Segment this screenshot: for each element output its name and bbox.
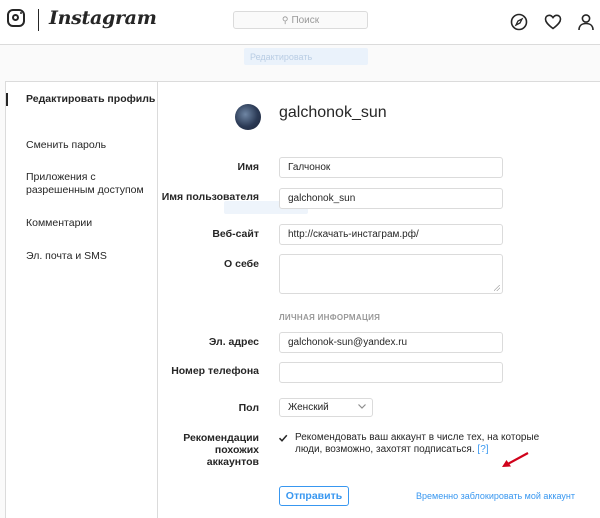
search-placeholder: Поиск: [291, 14, 320, 26]
ghost-toolbar: Редактировать: [244, 48, 368, 65]
bio-textarea[interactable]: [279, 254, 503, 294]
instagram-camera-icon[interactable]: [7, 9, 25, 27]
settings-panel: Редактировать профиль Сменить пароль При…: [5, 81, 600, 518]
ghost-toolbar-label: Редактировать: [250, 51, 313, 62]
annotation-arrow-icon: [502, 452, 529, 467]
avatar[interactable]: [235, 104, 261, 130]
email-field[interactable]: galchonok-sun@yandex.ru: [279, 332, 503, 353]
chevron-down-icon: [358, 404, 366, 409]
profile-username: galchonok_sun: [279, 104, 387, 121]
disable-account-link[interactable]: Временно заблокировать мой аккаунт: [416, 491, 575, 501]
settings-sidebar: Редактировать профиль Сменить пароль При…: [6, 82, 158, 518]
website-field[interactable]: http://скачать-инстаграм.рф/: [279, 224, 503, 245]
submit-button[interactable]: Отправить: [279, 486, 349, 506]
sidebar-item-change-password[interactable]: Сменить пароль: [6, 139, 156, 152]
logo-divider: [38, 9, 39, 31]
instagram-wordmark[interactable]: Instagram: [49, 7, 157, 29]
recommendations-label: Рекомендации похожих аккаунтов: [183, 432, 259, 468]
search-input[interactable]: ⚲ Поиск: [233, 11, 368, 29]
email-label: Эл. адрес: [208, 336, 259, 348]
phone-field[interactable]: [279, 362, 503, 383]
name-field[interactable]: Галчонок: [279, 157, 503, 178]
username-label: Имя пользователя: [161, 191, 259, 203]
gender-select[interactable]: Женский: [279, 398, 373, 417]
recommend-checkbox[interactable]: [278, 433, 288, 443]
bio-label: О себе: [224, 258, 259, 270]
search-icon: ⚲: [281, 14, 289, 25]
name-label: Имя: [237, 161, 259, 173]
website-label: Веб-сайт: [212, 228, 259, 240]
compass-icon[interactable]: [510, 13, 528, 31]
gender-value: Женский: [288, 402, 329, 413]
username-field[interactable]: galchonok_sun: [279, 188, 503, 209]
gender-label: Пол: [238, 402, 259, 414]
sidebar-item-edit-profile[interactable]: Редактировать профиль: [6, 93, 156, 106]
heart-icon[interactable]: [544, 13, 562, 31]
help-link[interactable]: [?]: [477, 444, 488, 455]
profile-icon[interactable]: [577, 13, 595, 31]
private-info-heading: ЛИЧНАЯ ИНФОРМАЦИЯ: [279, 313, 381, 322]
top-navbar: Instagram ⚲ Поиск: [0, 0, 600, 45]
phone-label: Номер телефона: [171, 365, 259, 377]
